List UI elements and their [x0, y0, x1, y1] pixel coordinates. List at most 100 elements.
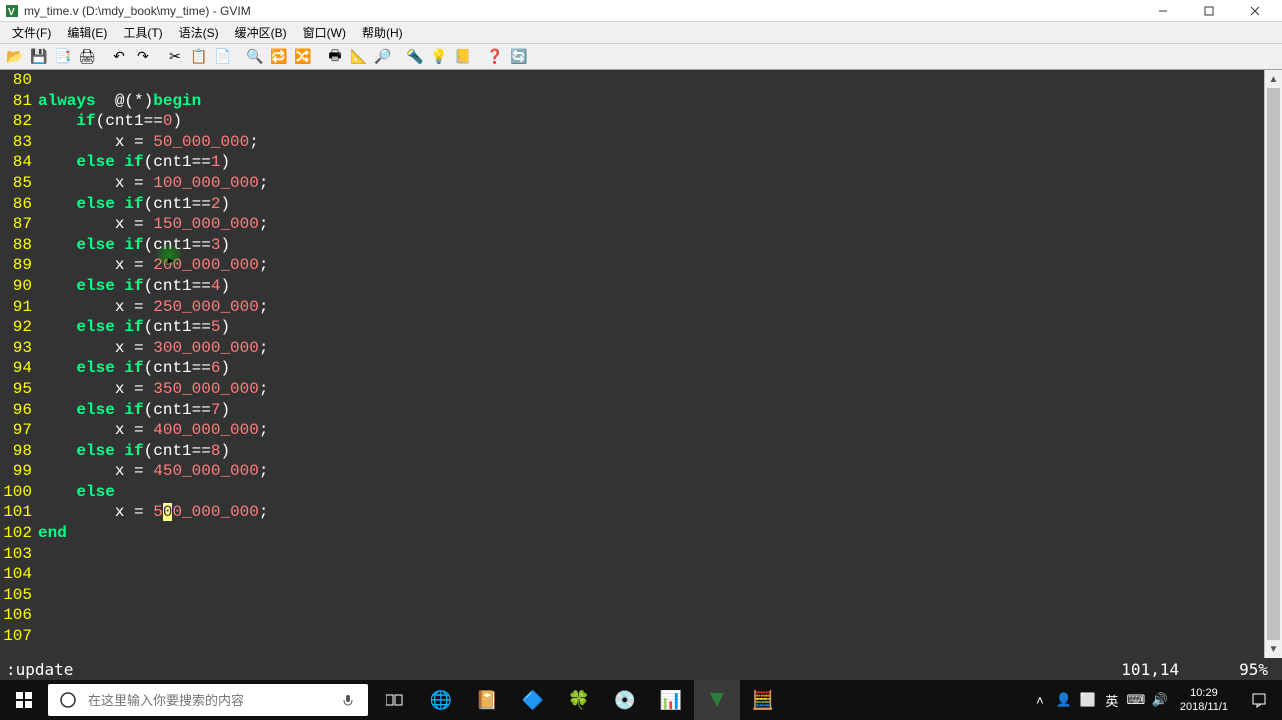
menu-item-1[interactable]: 编辑(E): [59, 22, 115, 43]
toolbar-button-1[interactable]: 💾: [28, 46, 50, 68]
menu-item-0[interactable]: 文件(F): [4, 22, 59, 43]
toolbar-button-7[interactable]: 📋: [188, 46, 210, 68]
tray-volume-icon[interactable]: 🔊: [1148, 680, 1172, 720]
tray-people-icon[interactable]: 👤: [1052, 680, 1076, 720]
code-line[interactable]: 87 x = 150_000_000;: [0, 214, 1264, 235]
taskbar-app-notes[interactable]: 📔: [464, 680, 510, 720]
menu-item-6[interactable]: 帮助(H): [354, 22, 411, 43]
toolbar-button-12[interactable]: 🖶: [324, 46, 346, 68]
code-line[interactable]: 100 else: [0, 482, 1264, 503]
scroll-thumb[interactable]: [1267, 88, 1280, 640]
start-button[interactable]: [0, 680, 48, 720]
code-line[interactable]: 98 else if(cnt1==8): [0, 441, 1264, 462]
toolbar-button-3[interactable]: 🖨: [76, 46, 98, 68]
code-token: x: [38, 339, 134, 357]
tray-chevron-up-icon[interactable]: ˄: [1028, 680, 1052, 720]
scroll-up-arrow[interactable]: ▲: [1265, 70, 1282, 88]
toolbar-button-4[interactable]: ↶: [108, 46, 130, 68]
code-line[interactable]: 85 x = 100_000_000;: [0, 173, 1264, 194]
task-view-button[interactable]: [372, 680, 418, 720]
taskbar-app-modelsim[interactable]: 🔷: [510, 680, 556, 720]
taskbar-app-edge[interactable]: 🌐: [418, 680, 464, 720]
code-token: =: [134, 133, 144, 151]
taskbar-app-clover[interactable]: 🍀: [556, 680, 602, 720]
code-line[interactable]: 105: [0, 585, 1264, 606]
tray-ime-icon[interactable]: 英: [1100, 680, 1124, 720]
code-line[interactable]: 103: [0, 544, 1264, 565]
code-line[interactable]: 107: [0, 626, 1264, 647]
taskbar-search[interactable]: [48, 684, 368, 716]
code-line[interactable]: 95 x = 350_000_000;: [0, 379, 1264, 400]
notification-center-button[interactable]: [1236, 680, 1282, 720]
toolbar-button-17[interactable]: 📒: [452, 46, 474, 68]
code-token: [144, 339, 154, 357]
toolbar-button-10[interactable]: 🔁: [268, 46, 290, 68]
code-token: ): [172, 112, 182, 130]
code-line[interactable]: 106: [0, 605, 1264, 626]
menubar: 文件(F)编辑(E)工具(T)语法(S)缓冲区(B)窗口(W)帮助(H): [0, 22, 1282, 44]
menu-item-2[interactable]: 工具(T): [115, 22, 170, 43]
code-line[interactable]: 88 else if(cnt1==3): [0, 235, 1264, 256]
menu-item-5[interactable]: 窗口(W): [295, 22, 354, 43]
toolbar-button-6[interactable]: ✂: [164, 46, 186, 68]
toolbar-button-13[interactable]: 📐: [348, 46, 370, 68]
toolbar-button-0[interactable]: 📂: [4, 46, 26, 68]
toolbar-button-2[interactable]: 📑: [52, 46, 74, 68]
close-button[interactable]: [1232, 0, 1278, 22]
taskbar-app-powerpoint[interactable]: 📊: [648, 680, 694, 720]
code-token: x: [38, 174, 134, 192]
menu-item-4[interactable]: 缓冲区(B): [227, 22, 295, 43]
scroll-down-arrow[interactable]: ▼: [1265, 640, 1282, 658]
code-line[interactable]: 89 x = 200_000_000;: [0, 255, 1264, 276]
toolbar-button-14[interactable]: 🔎: [372, 46, 394, 68]
toolbar-button-16[interactable]: 💡: [428, 46, 450, 68]
mic-icon[interactable]: [328, 684, 368, 716]
taskbar-app-calculator[interactable]: 🧮: [740, 680, 786, 720]
code-token: ): [220, 318, 230, 336]
code-line[interactable]: 86 else if(cnt1==2): [0, 194, 1264, 215]
code-line[interactable]: 82 if(cnt1==0): [0, 111, 1264, 132]
code-token: if: [124, 442, 143, 460]
code-editor[interactable]: ➤ 8081always @(*)begin82 if(cnt1==0)83 x…: [0, 70, 1264, 658]
code-line[interactable]: 92 else if(cnt1==5): [0, 317, 1264, 338]
code-line[interactable]: 80: [0, 70, 1264, 91]
code-line[interactable]: 97 x = 400_000_000;: [0, 420, 1264, 441]
code-token: if: [124, 318, 143, 336]
code-line[interactable]: 94 else if(cnt1==6): [0, 358, 1264, 379]
code-token: [115, 318, 125, 336]
code-line[interactable]: 84 else if(cnt1==1): [0, 152, 1264, 173]
toolbar-button-8[interactable]: 📄: [212, 46, 234, 68]
code-line[interactable]: 90 else if(cnt1==4): [0, 276, 1264, 297]
code-line[interactable]: 101 x = 500_000_000;: [0, 502, 1264, 523]
code-line[interactable]: 99 x = 450_000_000;: [0, 461, 1264, 482]
minimize-button[interactable]: [1140, 0, 1186, 22]
menu-item-3[interactable]: 语法(S): [171, 22, 227, 43]
code-token: ;: [259, 380, 269, 398]
line-number: 98: [0, 441, 38, 462]
code-token: =: [134, 380, 144, 398]
tray-clock[interactable]: 10:29 2018/11/1: [1172, 686, 1236, 714]
vertical-scrollbar[interactable]: ▲ ▼: [1264, 70, 1282, 658]
tray-app-icon[interactable]: ⬜: [1076, 680, 1100, 720]
code-line[interactable]: 93 x = 300_000_000;: [0, 338, 1264, 359]
code-line[interactable]: 83 x = 50_000_000;: [0, 132, 1264, 153]
toolbar-button-5[interactable]: ↷: [132, 46, 154, 68]
taskbar-app-circle[interactable]: 💿: [602, 680, 648, 720]
code-line[interactable]: 81always @(*)begin: [0, 91, 1264, 112]
toolbar-button-19[interactable]: 🔄: [508, 46, 530, 68]
code-line[interactable]: 102end: [0, 523, 1264, 544]
toolbar-button-9[interactable]: 🔍: [244, 46, 266, 68]
search-input[interactable]: [88, 685, 328, 715]
toolbar-button-11[interactable]: 🔀: [292, 46, 314, 68]
tray-keyboard-icon[interactable]: ⌨: [1124, 680, 1148, 720]
code-line[interactable]: 104: [0, 564, 1264, 585]
code-token: x: [38, 421, 134, 439]
code-line[interactable]: 91 x = 250_000_000;: [0, 297, 1264, 318]
code-token: else: [76, 153, 114, 171]
toolbar-button-15[interactable]: 🔦: [404, 46, 426, 68]
toolbar-button-18[interactable]: ❓: [484, 46, 506, 68]
maximize-button[interactable]: [1186, 0, 1232, 22]
code-line[interactable]: 96 else if(cnt1==7): [0, 400, 1264, 421]
taskbar-app-gvim[interactable]: [694, 680, 740, 720]
cortana-icon[interactable]: [48, 684, 88, 716]
